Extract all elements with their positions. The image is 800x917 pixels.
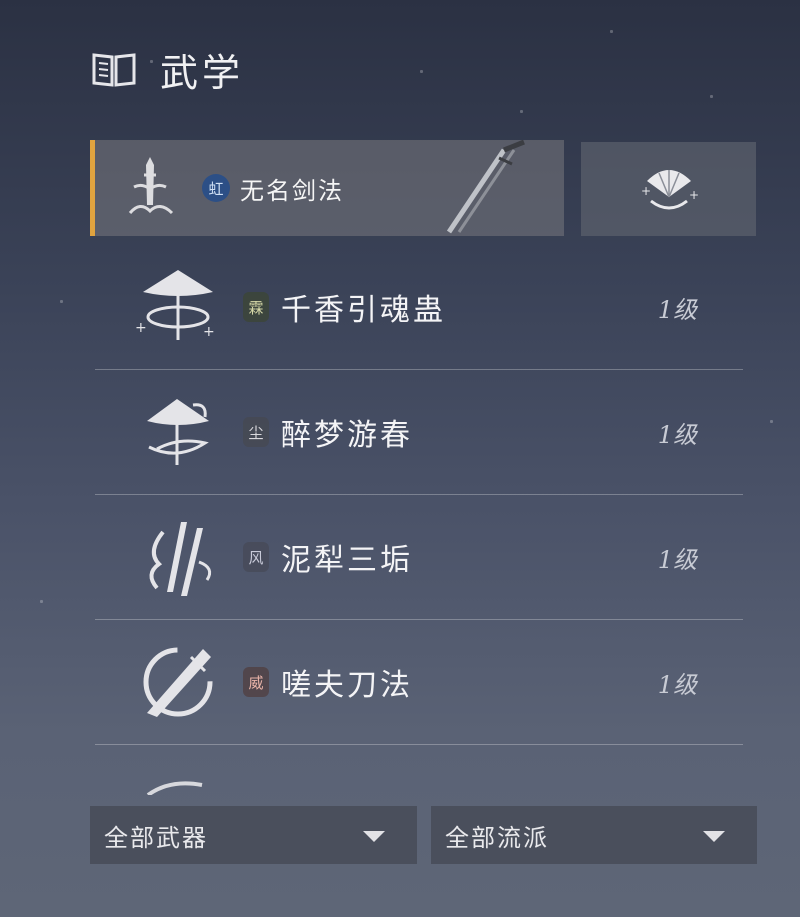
- skill-name: 醉梦游春: [281, 418, 413, 453]
- umbrella-swirl-icon: [147, 399, 209, 465]
- skill-list: + + 霖 千香引魂蛊 1级 尘 醉梦游春 1级 风 泥犁三垢 1级 威 嗟夫刀…: [95, 245, 743, 745]
- umbrella-icon: + +: [135, 270, 215, 340]
- school-filter-dropdown[interactable]: 全部流派: [431, 806, 757, 864]
- school-badge: 霖: [243, 292, 269, 322]
- weapon-filter-dropdown[interactable]: 全部武器: [90, 806, 417, 864]
- skill-name: 泥犁三垢: [281, 543, 413, 578]
- skill-row[interactable]: 风 泥犁三垢 1级: [95, 495, 743, 620]
- skill-row[interactable]: 尘 醉梦游春 1级: [95, 370, 743, 495]
- school-badge: 威: [243, 667, 269, 697]
- skill-row[interactable]: + + 霖 千香引魂蛊 1级: [95, 245, 743, 370]
- skill-level: 1级: [657, 295, 697, 324]
- blade-slash-icon: [143, 647, 213, 717]
- page-title: 武学: [160, 50, 245, 95]
- partial-skill-icon: [146, 781, 203, 795]
- sword-stance-icon: [128, 157, 174, 215]
- svg-text:+: +: [641, 184, 651, 198]
- book-icon: [92, 53, 136, 87]
- svg-text:+: +: [203, 324, 215, 340]
- selected-skill-name: 无名剑法: [240, 176, 344, 205]
- page-header: 武学: [90, 44, 245, 95]
- claw-icon: [149, 522, 212, 596]
- skill-level: 1级: [657, 545, 697, 574]
- svg-text:+: +: [689, 188, 699, 202]
- fan-icon: + +: [641, 170, 699, 210]
- svg-text:+: +: [135, 320, 147, 336]
- skill-name: 嗟夫刀法: [281, 668, 413, 703]
- skill-name: 千香引魂蛊: [281, 293, 446, 328]
- skill-row[interactable]: 威 嗟夫刀法 1级: [95, 620, 743, 745]
- caret-down-icon: [363, 831, 385, 842]
- selected-skill-card[interactable]: 虹 无名剑法: [90, 140, 564, 236]
- sword-icon: [446, 140, 525, 234]
- skill-row-partial[interactable]: [95, 750, 743, 795]
- fan-skill-card[interactable]: + +: [581, 142, 756, 236]
- weapon-filter-label: 全部武器: [104, 823, 208, 852]
- school-badge: 尘: [243, 417, 269, 447]
- school-filter-label: 全部流派: [445, 823, 549, 852]
- skill-level: 1级: [657, 420, 697, 449]
- caret-down-icon: [703, 831, 725, 842]
- school-badge: 风: [243, 542, 269, 572]
- skill-level: 1级: [657, 670, 697, 699]
- school-badge: 虹: [202, 174, 230, 202]
